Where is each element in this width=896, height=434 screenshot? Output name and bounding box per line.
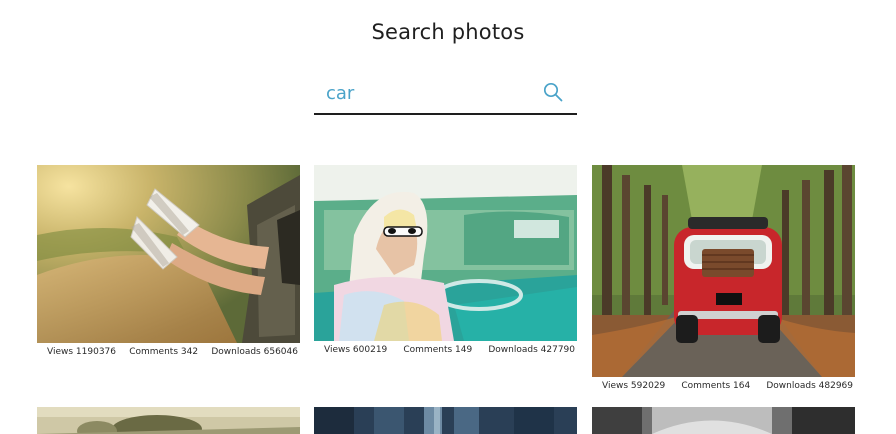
views-stat: Views 600219 bbox=[324, 345, 388, 355]
photo-card[interactable]: Views 600219 Comments 149 Downloads 4277… bbox=[314, 165, 577, 359]
downloads-stat: Downloads 427790 bbox=[488, 345, 575, 355]
photo-image[interactable] bbox=[314, 165, 577, 341]
views-stat: Views 1190376 bbox=[47, 347, 117, 357]
downloads-stat: Downloads 482969 bbox=[766, 381, 853, 391]
photo-image[interactable] bbox=[37, 165, 300, 343]
comments-stat: Comments 164 bbox=[681, 381, 751, 391]
search-input[interactable] bbox=[326, 80, 526, 106]
page-title: Search photos bbox=[371, 20, 525, 44]
photo-image[interactable] bbox=[314, 407, 577, 434]
downloads-stat: Downloads 656046 bbox=[211, 347, 298, 357]
photo-card[interactable]: Views 592029 Comments 164 Downloads 4829… bbox=[592, 165, 855, 395]
comments-stat: Comments 342 bbox=[129, 347, 199, 357]
photo-stats: Views 592029 Comments 164 Downloads 4829… bbox=[592, 377, 855, 395]
photo-card[interactable]: Views 1190376 Comments 342 Downloads 656… bbox=[37, 165, 300, 361]
comments-stat: Comments 149 bbox=[403, 345, 473, 355]
photo-image[interactable] bbox=[592, 165, 855, 377]
photo-image[interactable] bbox=[37, 407, 300, 434]
photo-stats: Views 1190376 Comments 342 Downloads 656… bbox=[37, 343, 300, 361]
search-bar bbox=[314, 72, 577, 115]
views-stat: Views 592029 bbox=[602, 381, 666, 391]
photo-stats: Views 600219 Comments 149 Downloads 4277… bbox=[314, 341, 577, 359]
photo-image[interactable] bbox=[592, 407, 855, 434]
search-icon[interactable] bbox=[543, 82, 563, 102]
